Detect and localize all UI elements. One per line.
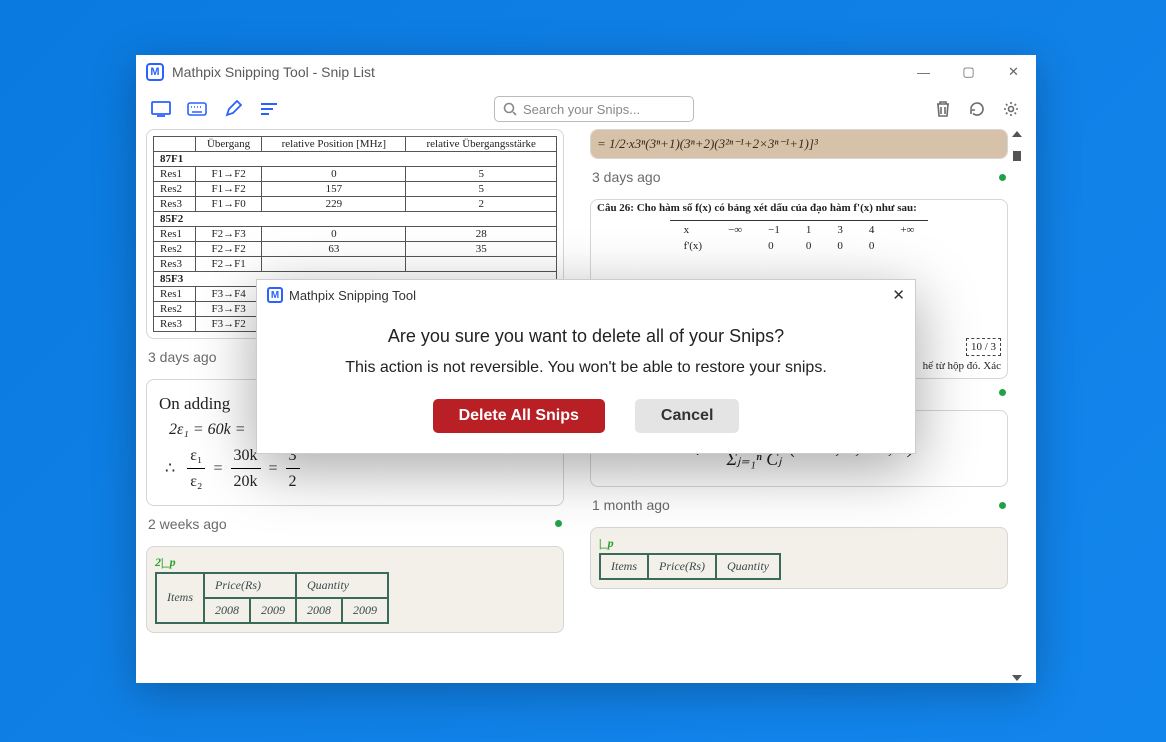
viet-heading: Câu 26: Cho hàm số f(x) có bảng xét dấu … (597, 202, 1001, 214)
screen-snip-icon[interactable] (150, 98, 172, 120)
list-icon[interactable] (258, 98, 280, 120)
delete-all-button[interactable]: Delete All Snips (433, 399, 605, 433)
modal-title-text: Mathpix Snipping Tool (289, 288, 416, 303)
viet-trailing: hế từ hộp đó. Xác (923, 360, 1001, 372)
search-placeholder: Search your Snips... (523, 102, 640, 117)
edit-icon[interactable] (222, 98, 244, 120)
titlebar: M Mathpix Snipping Tool - Snip List — ▢ … (136, 55, 1036, 89)
modal-close-button[interactable]: ✕ (892, 286, 905, 304)
app-logo-icon: M (146, 63, 164, 81)
snip-age: 3 days ago (590, 165, 1008, 193)
snip-card-handwritten[interactable]: 2|_p ItemsPrice(Rs)Quantity 200820092008… (146, 546, 564, 633)
snip-age: 1 month ago (590, 493, 1008, 521)
modal-logo-icon: M (267, 287, 283, 303)
cancel-button[interactable]: Cancel (635, 399, 739, 433)
status-dot (999, 502, 1006, 509)
window-title: Mathpix Snipping Tool - Snip List (172, 64, 375, 80)
snip-card-paper-strip[interactable]: = 1/2·x3ⁿ(3ⁿ+1)(3ⁿ+2)(3²ⁿ⁻¹+2×3ⁿ⁻¹+1)]³ (590, 129, 1008, 159)
scroll-down-icon[interactable] (1012, 675, 1022, 681)
refresh-icon[interactable] (966, 98, 988, 120)
toolbar: Search your Snips... (136, 89, 1036, 129)
search-input[interactable]: Search your Snips... (494, 96, 694, 122)
delete-confirmation-modal: M Mathpix Snipping Tool ✕ Are you sure y… (256, 279, 916, 454)
viet-box: 10 / 3 (966, 338, 1001, 356)
status-dot (999, 389, 1006, 396)
status-dot (999, 174, 1006, 181)
scroll-up-icon[interactable] (1012, 131, 1022, 137)
gear-icon[interactable] (1000, 98, 1022, 120)
snip-age: 2 weeks ago (146, 512, 564, 540)
hand-prefix: |_p (599, 536, 614, 550)
modal-message-2: This action is not reversible. You won't… (277, 359, 895, 377)
status-dot (555, 520, 562, 527)
paper-strip-text: = 1/2·x3ⁿ(3ⁿ+1)(3ⁿ+2)(3²ⁿ⁻¹+2×3ⁿ⁻¹+1)]³ (591, 130, 1007, 158)
window-controls: — ▢ ✕ (901, 55, 1036, 89)
toolbar-right (932, 98, 1022, 120)
modal-message-1: Are you sure you want to delete all of y… (277, 326, 895, 347)
search-icon (503, 102, 517, 116)
trash-icon[interactable] (932, 98, 954, 120)
keyboard-icon[interactable] (186, 98, 208, 120)
hand-prefix: 2|_p (155, 555, 176, 569)
maximize-button[interactable]: ▢ (946, 55, 991, 89)
close-window-button[interactable]: ✕ (991, 55, 1036, 89)
minimize-button[interactable]: — (901, 55, 946, 89)
scroll-thumb[interactable] (1013, 151, 1021, 161)
modal-titlebar: M Mathpix Snipping Tool ✕ (257, 280, 915, 310)
scrollbar[interactable] (1008, 129, 1026, 683)
snip-card-handwritten-2[interactable]: |_p ItemsPrice(Rs)Quantity (590, 527, 1008, 589)
